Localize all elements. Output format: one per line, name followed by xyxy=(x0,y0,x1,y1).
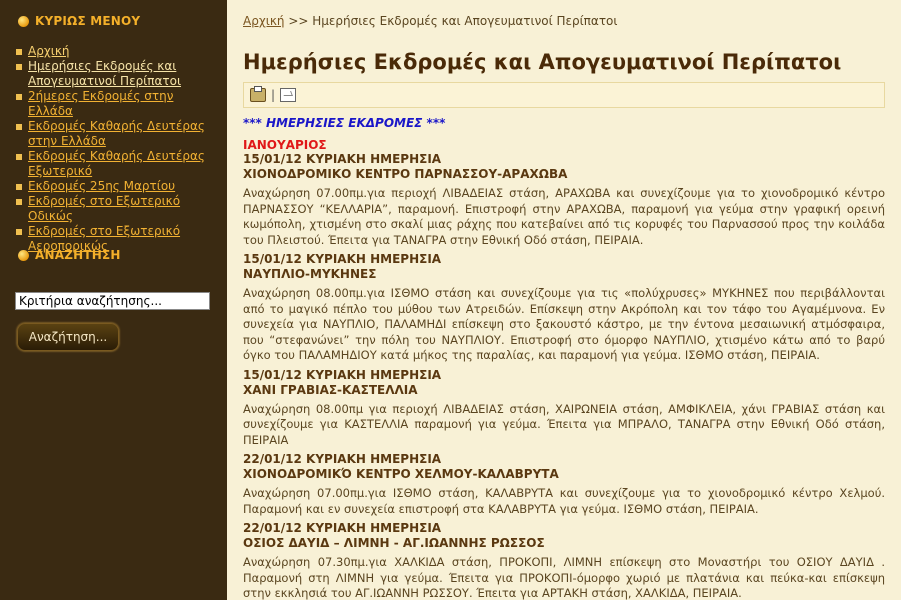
trip-date: 22/01/12 ΚΥΡΙΑΚΗ ΗΜΕΡΗΣΙΑ xyxy=(243,521,442,535)
trip-date: 15/01/12 ΚΥΡΙΑΚΗ ΗΜΕΡΗΣΙΑ xyxy=(243,152,442,166)
toolbar-separator: | xyxy=(271,88,276,102)
trip-item: 15/01/12 ΚΥΡΙΑΚΗ ΗΜΕΡΗΣΙΑ ΧΑΝΙ ΓΡΑΒΙΑΣ-Κ… xyxy=(243,368,885,449)
print-icon[interactable] xyxy=(250,86,266,102)
main-menu: Αρχική Ημερήσιες Εκδρομές και Απογευματι… xyxy=(16,44,216,254)
search-title: ΑΝΑΖΗΤΗΣΗ xyxy=(35,248,121,262)
menu-link[interactable]: Εκδρομές Καθαρής Δευτέρας Εξωτερικό xyxy=(28,149,205,178)
article-toolbar: | xyxy=(243,82,885,108)
trip-description: Αναχώρηση 08.00πμ.για ΙΣΘΜΟ στάση και συ… xyxy=(243,286,885,362)
menu-item-abroad-road[interactable]: Εκδρομές στο Εξωτερικό Οδικώς xyxy=(16,194,216,224)
menu-link[interactable]: Εκδρομές στο Εξωτερικό Οδικώς xyxy=(28,194,180,223)
orange-bullet-icon xyxy=(18,15,29,27)
menu-link[interactable]: Εκδρομές 25ης Μαρτίου xyxy=(28,179,175,193)
menu-item-25-march[interactable]: Εκδρομές 25ης Μαρτίου xyxy=(16,179,216,194)
trip-place: ΧΑΝΙ ΓΡΑΒΙΑΣ-ΚΑΣΤΕΛΛΙΑ xyxy=(243,382,418,397)
main-content: Αρχική >> Ημερήσιες Εκδρομές και Απογευμ… xyxy=(227,0,901,600)
month-heading: ΙΑΝΟΥΑΡΙΟΣ xyxy=(243,138,327,152)
menu-item-daily-trips[interactable]: Ημερήσιες Εκδρομές και Απογευματινοί Περ… xyxy=(16,59,216,89)
trip-description: Αναχώρηση 08.00πμ για περιοχή ΛΙΒΑΔΕΙΑΣ … xyxy=(243,401,885,447)
breadcrumb: Αρχική >> Ημερήσιες Εκδρομές και Απογευμ… xyxy=(243,14,901,28)
trip-place: ΝΑΥΠΛΙΟ-ΜΥΚΗΝΕΣ xyxy=(243,267,377,281)
trip-place: ΟΣΙΟΣ ΔΑΥΙΔ – ΛΙΜΝΗ - ΑΓ.ΙΩΑΝΝΗΣ ΡΩΣΣΟΣ xyxy=(243,536,545,550)
article-body: *** ΗΜΕΡΗΣΙΕΣ ΕΚΔΡΟΜΕΣ *** ΙΑΝΟΥΑΡΙΟΣ 15… xyxy=(243,116,885,600)
menu-item-2day-greece[interactable]: 2ήμερες Εκδρομές στην Ελλάδα xyxy=(16,89,216,119)
menu-header: ΚΥΡΙΩΣ ΜΕΝΟΥ xyxy=(18,14,227,28)
trip-date: 22/01/12 ΚΥΡΙΑΚΗ ΗΜΕΡΗΣΙΑ xyxy=(243,452,442,466)
page-title: Ημερήσιες Εκδρομές και Απογευματινοί Περ… xyxy=(243,50,842,74)
menu-title: ΚΥΡΙΩΣ ΜΕΝΟΥ xyxy=(35,14,141,28)
trip-description: Αναχώρηση 07.30πμ.για ΧΑΛΚΙΔΑ στάση, ΠΡΟ… xyxy=(243,555,885,600)
menu-item-clean-monday-greece[interactable]: Εκδρομές Καθαρής Δευτέρας στην Ελλάδα xyxy=(16,119,216,149)
search-button[interactable]: Αναζήτηση... xyxy=(17,323,119,351)
orange-bullet-icon xyxy=(18,249,29,261)
trip-description: Αναχώρηση 07.00πμ.για περιοχή ΛΙΒΑΔΕΙΑΣ … xyxy=(243,186,885,247)
trip-item: 15/01/12 ΚΥΡΙΑΚΗ ΗΜΕΡΗΣΙΑ ΝΑΥΠΛΙΟ-ΜΥΚΗΝΕ… xyxy=(243,252,885,364)
trip-date: 15/01/12 ΚΥΡΙΑΚΗ ΗΜΕΡΗΣΙΑ xyxy=(243,252,442,266)
trip-place: ΧΙΟΝΟΔΡΟΜΙΚΟ ΚΕΝΤΡΟ ΠΑΡΝΑΣΣΟΥ-ΑΡΑΧΩΒΑ xyxy=(243,167,568,181)
trip-item: 15/01/12 ΚΥΡΙΑΚΗ ΗΜΕΡΗΣΙΑ ΧΙΟΝΟΔΡΟΜΙΚΟ Κ… xyxy=(243,152,885,248)
menu-item-clean-monday-abroad[interactable]: Εκδρομές Καθαρής Δευτέρας Εξωτερικό xyxy=(16,149,216,179)
search-input[interactable] xyxy=(15,292,210,310)
menu-link[interactable]: 2ήμερες Εκδρομές στην Ελλάδα xyxy=(28,89,173,118)
menu-item-home[interactable]: Αρχική xyxy=(16,44,216,59)
menu-link[interactable]: Αρχική xyxy=(28,44,70,58)
menu-link[interactable]: Ημερήσιες Εκδρομές και Απογευματινοί Περ… xyxy=(28,59,181,88)
trip-place: ΧΙΟΝΟΔΡΟΜΙΚΌ ΚΕΝΤΡΟ ΧΕΛΜΟΥ-ΚΑΛΑΒΡΥΤΑ xyxy=(243,467,559,481)
menu-link[interactable]: Εκδρομές Καθαρής Δευτέρας στην Ελλάδα xyxy=(28,119,205,148)
breadcrumb-home-link[interactable]: Αρχική xyxy=(243,14,285,28)
trip-date: 15/01/12 ΚΥΡΙΑΚΗ ΗΜΕΡΗΣΙΑ xyxy=(243,367,442,382)
breadcrumb-current: Ημερήσιες Εκδρομές και Απογευματινοί Περ… xyxy=(312,14,618,28)
trip-item: 22/01/12 ΚΥΡΙΑΚΗ ΗΜΕΡΗΣΙΑ ΟΣΙΟΣ ΔΑΥΙΔ – … xyxy=(243,521,885,600)
trip-item: 22/01/12 ΚΥΡΙΑΚΗ ΗΜΕΡΗΣΙΑ ΧΙΟΝΟΔΡΟΜΙΚΌ Κ… xyxy=(243,452,885,517)
email-icon[interactable] xyxy=(280,88,297,102)
trip-description: Αναχώρηση 07.00πμ.για ΙΣΘΜΟ στάση, ΚΑΛΑΒ… xyxy=(243,486,885,516)
breadcrumb-separator: >> xyxy=(288,14,309,28)
sidebar: ΚΥΡΙΩΣ ΜΕΝΟΥ Αρχική Ημερήσιες Εκδρομές κ… xyxy=(0,0,227,600)
section-heading: *** ΗΜΕΡΗΣΙΕΣ ΕΚΔΡΟΜΕΣ *** xyxy=(243,116,446,130)
search-header: ΑΝΑΖΗΤΗΣΗ xyxy=(18,248,121,262)
